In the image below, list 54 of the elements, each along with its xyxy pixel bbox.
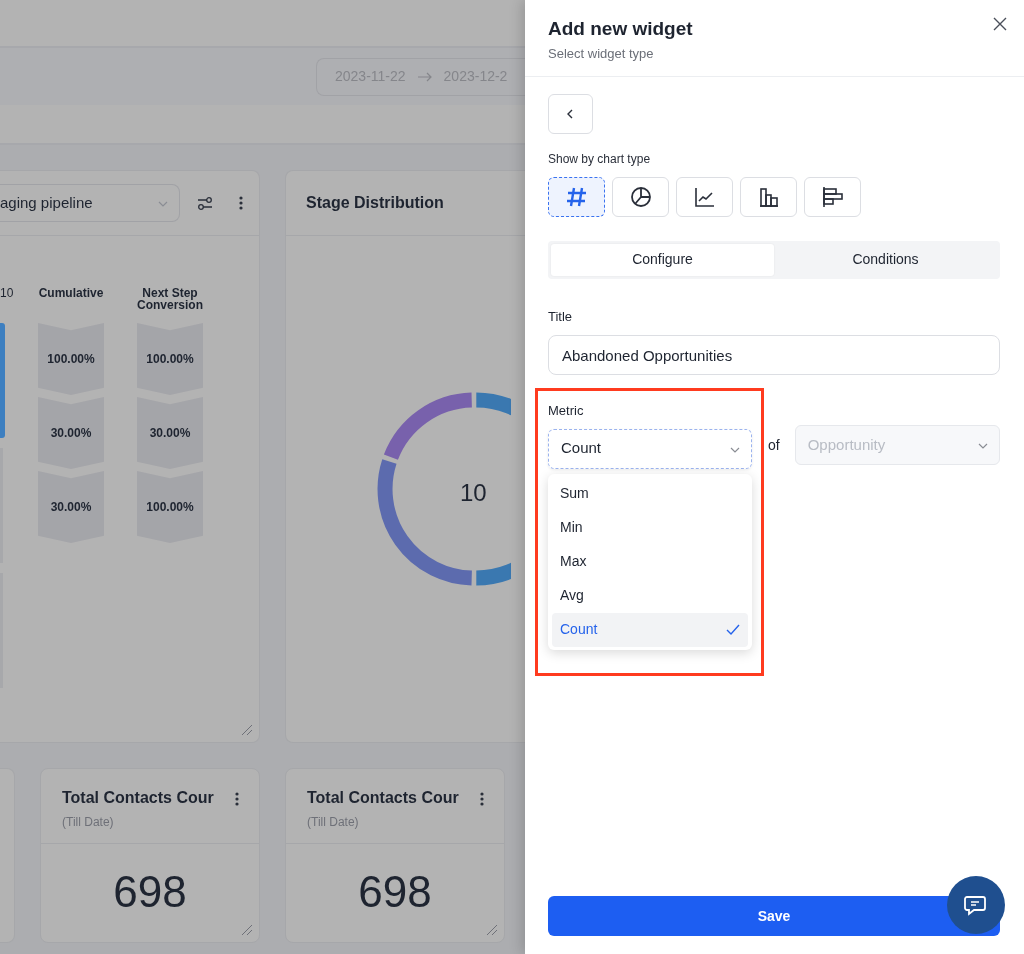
arrow-icon <box>416 70 433 83</box>
tab[interactable]: Configure <box>551 243 774 276</box>
bar-chart-icon <box>757 185 780 208</box>
chat-launcher-popup[interactable] <box>947 876 1005 934</box>
dropdown-option[interactable]: Min <box>552 510 748 545</box>
funnel-step: 30.00% <box>38 471 104 543</box>
title-field[interactable]: Abandoned Opportunities <box>548 335 1000 375</box>
column-header: Next Step Conversion <box>137 287 203 311</box>
funnel-step: 30.00% <box>38 397 104 469</box>
dropdown-option[interactable]: Max <box>552 544 748 579</box>
card-subtitle: (Till Date) <box>307 814 360 831</box>
field-label: Title <box>548 307 574 326</box>
tab[interactable]: Conditions <box>774 243 997 276</box>
resize-handle-icon[interactable] <box>486 924 498 936</box>
chevron-left-icon <box>567 108 574 119</box>
card-title: Stage Distribution <box>306 193 444 213</box>
save-button[interactable]: Save <box>548 896 1000 936</box>
funnel-step: 100.00% <box>137 323 203 395</box>
more-icon[interactable] <box>480 792 484 806</box>
of-label: of <box>768 436 780 455</box>
card-subtitle: (Till Date) <box>62 814 115 831</box>
line-chart-icon <box>693 185 716 208</box>
more-icon[interactable] <box>239 196 243 210</box>
card-title: Total Contacts Cour <box>62 788 214 808</box>
check-icon <box>726 623 740 636</box>
funnel-step: 30.00% <box>137 397 203 469</box>
close-icon[interactable] <box>993 17 1007 31</box>
dropdown-option[interactable]: Count <box>552 612 748 647</box>
object-dropdown: Opportunity <box>794 425 1000 465</box>
column-header: 10 <box>0 287 12 302</box>
more-icon[interactable] <box>235 792 239 806</box>
drawer-title: Add new widget <box>548 17 693 41</box>
resize-handle-icon[interactable] <box>241 924 253 936</box>
pie-chart-icon <box>629 185 652 208</box>
field-label: Metric <box>548 402 585 420</box>
stat-value: 698 <box>113 866 187 918</box>
resize-handle-icon[interactable] <box>241 724 253 736</box>
funnel-step: 100.00% <box>137 471 203 543</box>
card-title: Total Contacts Cour <box>307 788 459 808</box>
metric-dropdown[interactable]: Count <box>548 428 752 469</box>
drawer-subtitle: Select widget type <box>548 45 655 63</box>
pipeline-dropdown[interactable]: aging pipeline <box>0 184 180 222</box>
pipeline-name: aging pipeline <box>0 192 93 213</box>
stat-value: 698 <box>358 866 432 918</box>
dropdown-option[interactable]: Sum <box>552 476 748 511</box>
section-label: Show by chart type <box>548 150 652 168</box>
chart-total: 10 <box>460 478 487 508</box>
dropdown-option[interactable]: Avg <box>552 578 748 613</box>
number-icon <box>565 185 588 208</box>
column-header: Cumulative <box>38 287 104 299</box>
horizontal-bar-chart-icon <box>821 185 844 208</box>
funnel-step: 100.00% <box>38 323 104 395</box>
filter-icon[interactable] <box>197 195 213 211</box>
selected-value: Count <box>561 438 602 459</box>
